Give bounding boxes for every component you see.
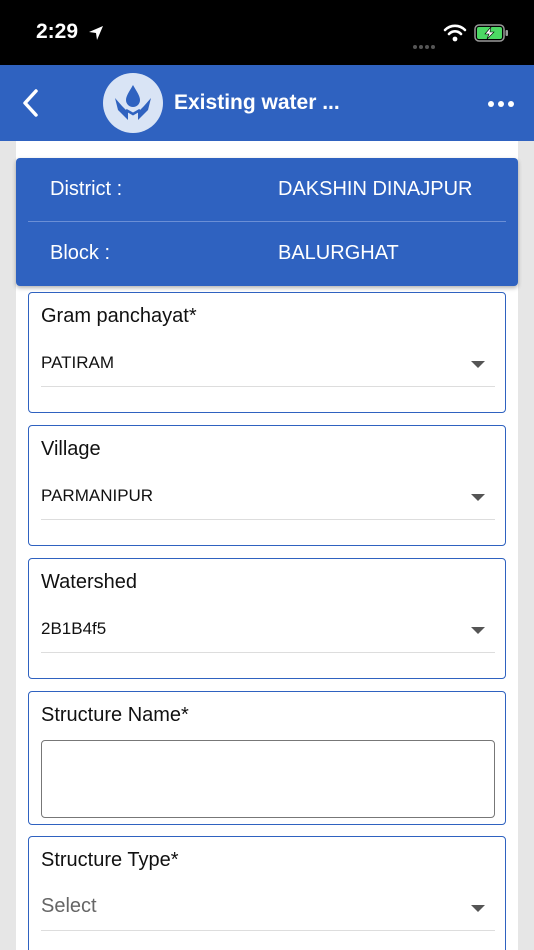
structure-type-label: Structure Type* xyxy=(41,849,179,871)
caret-down-icon xyxy=(471,494,485,501)
district-row: District : DAKSHIN DINAJPUR xyxy=(16,158,518,222)
watershed-value: 2B1B4f5 xyxy=(41,619,107,638)
structure-type-value: Select xyxy=(41,895,97,917)
village-value: PARMANIPUR xyxy=(41,486,154,505)
village-label: Village xyxy=(41,438,101,460)
watershed-field: Watershed 2B1B4f5 xyxy=(28,558,506,679)
wifi-icon xyxy=(443,24,467,47)
block-label: Block : xyxy=(50,242,111,264)
structure-name-label: Structure Name* xyxy=(41,704,189,726)
caret-down-icon xyxy=(471,627,485,634)
cell-signal-icon xyxy=(413,36,437,49)
app-bar: Existing water ... xyxy=(0,65,534,141)
watershed-dropdown[interactable]: 2B1B4f5 xyxy=(41,609,495,653)
status-bar: 2:29 xyxy=(0,0,534,65)
gram-panchayat-label: Gram panchayat* xyxy=(41,305,197,327)
structure-name-input[interactable] xyxy=(41,740,495,818)
gram-panchayat-field: Gram panchayat* PATIRAM xyxy=(28,292,506,413)
structure-type-dropdown[interactable]: Select xyxy=(41,887,495,931)
more-options-button[interactable] xyxy=(484,91,518,115)
block-row: Block : BALURGHAT xyxy=(16,222,518,286)
location-arrow-icon xyxy=(87,24,105,47)
battery-charging-icon xyxy=(474,24,510,47)
structure-type-field: Structure Type* Select xyxy=(28,836,506,950)
gram-panchayat-dropdown[interactable]: PATIRAM xyxy=(41,343,495,387)
village-field: Village PARMANIPUR xyxy=(28,425,506,546)
caret-down-icon xyxy=(471,905,485,912)
village-dropdown[interactable]: PARMANIPUR xyxy=(41,476,495,520)
district-value: DAKSHIN DINAJPUR xyxy=(278,178,473,200)
gram-panchayat-value: PATIRAM xyxy=(41,353,115,372)
caret-down-icon xyxy=(471,361,485,368)
structure-name-field: Structure Name* xyxy=(28,691,506,825)
back-button[interactable] xyxy=(16,85,48,121)
back-arrow-icon xyxy=(23,89,38,117)
water-hands-logo-icon xyxy=(103,73,163,133)
location-info-card: District : DAKSHIN DINAJPUR Block : BALU… xyxy=(16,158,518,286)
watershed-label: Watershed xyxy=(41,571,137,593)
district-label: District : xyxy=(50,178,123,200)
block-value: BALURGHAT xyxy=(278,242,399,264)
status-time: 2:29 xyxy=(36,20,79,43)
page-title: Existing water ... xyxy=(174,91,340,114)
